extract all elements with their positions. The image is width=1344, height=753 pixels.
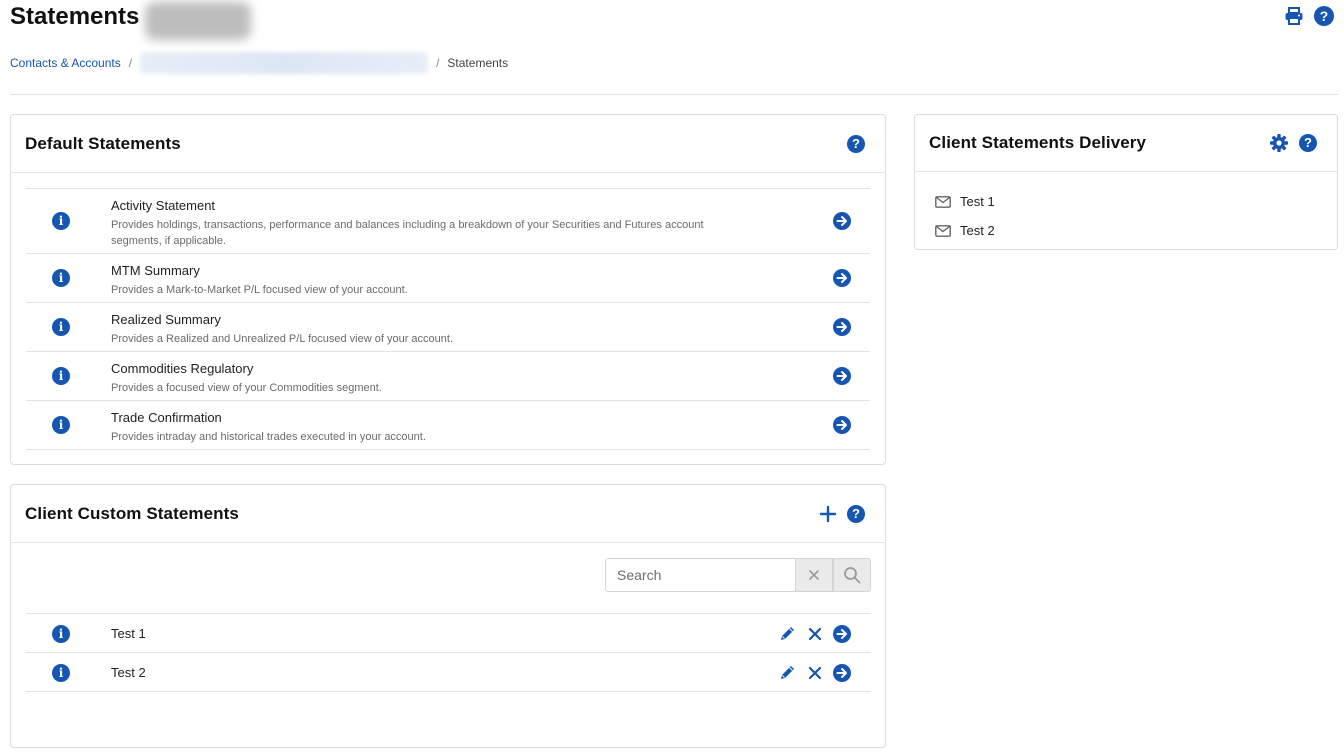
envelope-icon <box>935 224 951 237</box>
header-divider <box>10 94 1338 95</box>
search-bar <box>605 558 871 592</box>
default-statement-list: i Activity Statement Provides holdings, … <box>26 188 870 450</box>
statement-name: MTM Summary <box>111 263 200 278</box>
envelope-icon <box>935 195 951 208</box>
breadcrumb-current: Statements <box>447 56 509 70</box>
custom-statement-name: Test 2 <box>111 665 146 680</box>
custom-statement-name: Test 1 <box>111 626 146 641</box>
panel-actions: ? <box>1269 133 1317 153</box>
panel-title: Default Statements <box>25 133 181 153</box>
custom-statement-row[interactable]: i Test 1 <box>26 614 871 653</box>
statement-description: Provides a Mark-to-Market P/L focused vi… <box>111 284 408 296</box>
statement-name: Activity Statement <box>111 198 216 213</box>
printer-icon[interactable] <box>1284 6 1304 26</box>
statement-name: Commodities Regulatory <box>111 361 254 376</box>
statement-name: Realized Summary <box>111 312 221 327</box>
delivery-item-label: Test 2 <box>960 223 995 238</box>
delivery-item-label: Test 1 <box>960 194 995 209</box>
pencil-icon[interactable] <box>778 624 797 643</box>
delivery-item[interactable]: Test 1 <box>935 187 1337 216</box>
breadcrumb-separator: / <box>436 56 440 70</box>
search-input[interactable] <box>605 558 795 592</box>
pencil-icon[interactable] <box>778 663 797 682</box>
statement-row-realized[interactable]: i Realized Summary Provides a Realized a… <box>26 303 870 352</box>
arrow-right-icon[interactable] <box>833 416 851 434</box>
panel-header: Client Statements Delivery ? <box>915 115 1337 172</box>
arrow-right-icon[interactable] <box>833 663 851 682</box>
statement-row-activity[interactable]: i Activity Statement Provides holdings, … <box>26 189 870 254</box>
panel-title: Client Statements Delivery <box>929 133 1147 152</box>
statement-name: Trade Confirmation <box>111 410 222 425</box>
breadcrumb-separator: / <box>128 56 133 70</box>
search-button[interactable] <box>833 558 871 592</box>
info-icon[interactable]: i <box>52 269 70 287</box>
search-icon <box>844 567 861 584</box>
statement-row-trade-confirmation[interactable]: i Trade Confirmation Provides intraday a… <box>26 401 870 450</box>
statement-description: Provides a focused view of your Commodit… <box>111 382 382 394</box>
breadcrumb-link-redacted[interactable] <box>140 52 429 74</box>
arrow-right-icon[interactable] <box>833 269 851 287</box>
close-icon <box>809 570 819 580</box>
custom-statements-panel: Client Custom Statements ? i Test 1 <box>10 484 886 748</box>
info-icon[interactable]: i <box>52 664 70 682</box>
delivery-list: Test 1 Test 2 <box>915 172 1337 245</box>
row-actions <box>778 624 851 643</box>
arrow-right-icon[interactable] <box>833 212 851 230</box>
custom-statement-list: i Test 1 i Test 2 <box>26 613 871 692</box>
clear-search-button[interactable] <box>795 558 833 592</box>
arrow-right-icon[interactable] <box>833 318 851 336</box>
info-icon[interactable]: i <box>52 625 70 643</box>
breadcrumb: Contacts & Accounts / / Statements <box>10 52 509 74</box>
page-title: Statements <box>10 3 140 30</box>
panel-header: Client Custom Statements ? <box>11 485 885 543</box>
statements-delivery-panel: Client Statements Delivery ? Test 1 Test… <box>914 114 1338 250</box>
gear-icon[interactable] <box>1269 133 1289 153</box>
statement-row-mtm[interactable]: i MTM Summary Provides a Mark-to-Market … <box>26 254 870 303</box>
help-icon[interactable]: ? <box>847 504 865 523</box>
help-icon[interactable]: ? <box>1299 134 1317 152</box>
info-icon[interactable]: i <box>52 318 70 336</box>
custom-statement-row[interactable]: i Test 2 <box>26 653 871 692</box>
panel-title: Client Custom Statements <box>25 503 239 523</box>
panel-header: Default Statements ? <box>11 115 885 173</box>
info-icon[interactable]: i <box>52 416 70 434</box>
arrow-right-icon[interactable] <box>833 624 851 643</box>
help-icon[interactable]: ? <box>1314 6 1334 26</box>
statement-description: Provides a Realized and Unrealized P/L f… <box>111 333 454 345</box>
info-icon[interactable]: i <box>52 212 70 230</box>
arrow-right-icon[interactable] <box>833 367 851 385</box>
header-actions: ? <box>1284 6 1334 26</box>
row-actions <box>778 663 851 682</box>
page-header: Statements ? <box>10 0 1334 40</box>
statement-description: Provides holdings, transactions, perform… <box>111 219 704 247</box>
info-icon[interactable]: i <box>52 367 70 385</box>
breadcrumb-link-contacts[interactable]: Contacts & Accounts <box>10 56 121 70</box>
statement-row-commodities[interactable]: i Commodities Regulatory Provides a focu… <box>26 352 870 401</box>
delivery-item[interactable]: Test 2 <box>935 216 1337 245</box>
redacted-account-name <box>145 2 251 40</box>
statement-description: Provides intraday and historical trades … <box>111 431 426 443</box>
panel-actions: ? <box>819 504 865 523</box>
delete-icon[interactable] <box>806 664 824 682</box>
plus-icon[interactable] <box>819 505 837 523</box>
delete-icon[interactable] <box>806 625 824 643</box>
default-statements-panel: Default Statements ? i Activity Statemen… <box>10 114 886 465</box>
panel-actions: ? <box>847 134 865 153</box>
help-icon[interactable]: ? <box>847 134 865 153</box>
